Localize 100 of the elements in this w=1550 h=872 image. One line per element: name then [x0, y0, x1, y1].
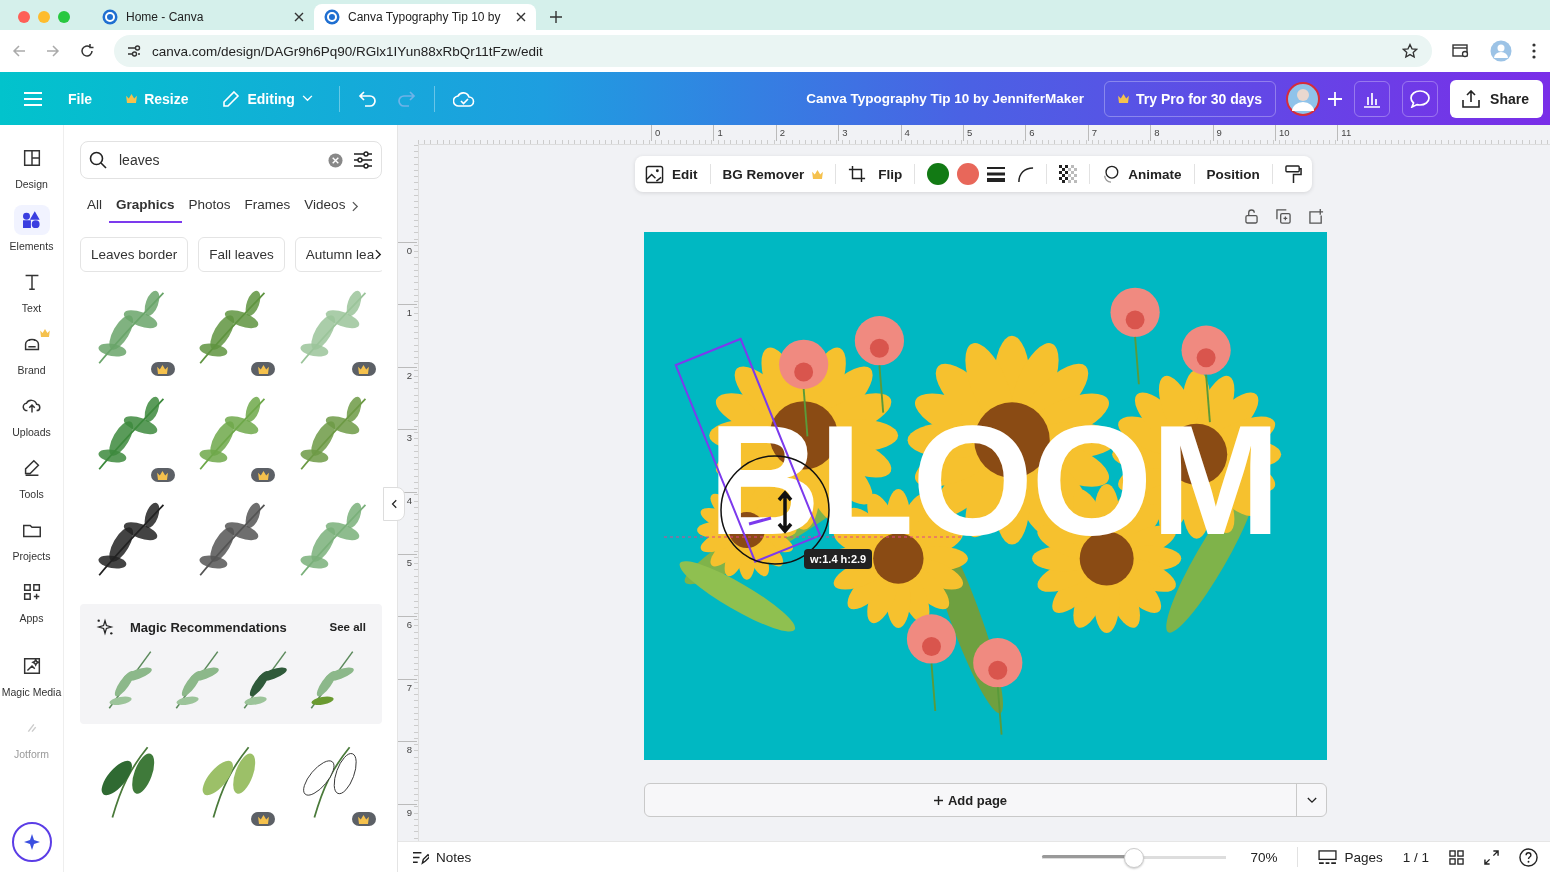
plus-icon [933, 795, 943, 805]
site-settings-icon[interactable] [126, 43, 142, 59]
more-options-icon[interactable] [1532, 43, 1536, 59]
color-swatch[interactable] [927, 163, 950, 185]
crown-icon [257, 364, 269, 374]
sidebar-item[interactable]: Design [0, 143, 64, 190]
chevron-left-icon [391, 499, 397, 509]
ruler-number: 8 [398, 741, 417, 804]
chevron-right-icon[interactable] [352, 200, 360, 212]
ruler-number: 8 [1150, 125, 1213, 141]
window-close-button[interactable] [18, 11, 30, 23]
share-button[interactable]: Share [1450, 79, 1543, 118]
ruler-number: 3 [838, 125, 901, 141]
browser-tab[interactable]: Canva Typography Tip 10 by [314, 4, 536, 30]
chevron-down-icon [1306, 796, 1317, 804]
ruler-number: 2 [398, 366, 417, 430]
zoom-percentage[interactable]: 70% [1250, 849, 1278, 865]
comment-icon [1410, 89, 1431, 108]
ruler-number: 10 [1274, 125, 1338, 141]
fullscreen-icon[interactable] [1484, 849, 1499, 865]
sidebar-item[interactable]: Apps [0, 577, 64, 624]
address-field[interactable]: canva.com/design/DAGr9h6Pq90/RGlx1IYun88xRbQr11tFzw/edit [114, 35, 1432, 67]
chevron-right-icon[interactable] [375, 249, 382, 260]
close-icon[interactable] [294, 12, 304, 22]
flip-button[interactable]: Flip [878, 166, 903, 182]
ruler-number: 6 [398, 616, 417, 679]
zoom-slider-thumb[interactable] [1124, 848, 1145, 868]
animate-icon [1102, 165, 1121, 183]
crown-icon [126, 94, 138, 103]
ruler-number: 1 [713, 125, 776, 141]
canva-logo-icon [324, 9, 340, 25]
transparency-icon[interactable] [1059, 165, 1078, 183]
ruler-number: 6 [1025, 125, 1088, 141]
pencil-icon [222, 89, 241, 108]
canva-logo-icon [102, 9, 118, 25]
ruler-number: 11 [1337, 125, 1400, 141]
design-title[interactable]: Canva Typography Tip 10 by JenniferMaker [806, 91, 1084, 106]
sidebar-item[interactable]: Elements [0, 205, 64, 252]
upload-icon [1462, 89, 1481, 108]
notes-icon [412, 849, 429, 865]
add-collaborator-icon[interactable] [1328, 91, 1343, 106]
notes-button[interactable]: Notes [412, 849, 472, 865]
paint-roller-icon[interactable] [1284, 164, 1302, 184]
crown-icon [157, 470, 169, 480]
pages-button[interactable]: Pages [1318, 849, 1383, 865]
ruler-number: 0 [398, 242, 417, 305]
crop-icon[interactable] [848, 165, 867, 183]
page-counter: 1 / 1 [1402, 849, 1429, 865]
crown-icon [257, 470, 269, 480]
help-icon[interactable] [1519, 847, 1538, 867]
cloud-saved-icon[interactable] [452, 90, 475, 107]
close-icon[interactable] [516, 12, 526, 22]
crown-icon [1118, 94, 1129, 103]
sidebar-item[interactable]: Uploads [0, 391, 64, 438]
grid-view-icon[interactable] [1449, 849, 1464, 865]
color-swatch[interactable] [957, 163, 980, 185]
sidebar-item[interactable]: Brand [0, 329, 64, 376]
suggestion-chip[interactable]: Leaves border [80, 237, 189, 272]
category-tab[interactable]: Frames [237, 189, 298, 223]
category-tab[interactable]: All [80, 189, 109, 223]
category-tab[interactable]: Graphics [109, 189, 182, 223]
corner-curve-icon[interactable] [1017, 165, 1035, 183]
magic-assistant-button[interactable] [11, 822, 52, 862]
clear-icon[interactable] [328, 152, 343, 168]
sidebar-item[interactable]: Projects [0, 515, 64, 562]
try-pro-button[interactable]: Try Pro for 30 days [1104, 80, 1277, 117]
insights-button[interactable] [1354, 80, 1391, 117]
user-avatar[interactable] [1286, 81, 1321, 116]
line-weight-icon[interactable] [987, 166, 1006, 182]
duplicate-page-icon[interactable] [1276, 209, 1291, 224]
see-all-link[interactable]: See all [329, 621, 366, 633]
sidebar-item[interactable]: Magic Media [0, 651, 64, 698]
add-page-icon[interactable] [1309, 209, 1324, 224]
sidebar-item[interactable]: Tools [0, 453, 64, 500]
animate-button[interactable]: Animate [1102, 165, 1182, 183]
sparkle-icon [96, 618, 114, 636]
bookmark-star-icon[interactable] [1402, 43, 1418, 59]
undo-icon[interactable] [357, 90, 378, 107]
sidebar-item[interactable]: Text [0, 267, 64, 314]
edit-image-button[interactable]: Edit [645, 164, 698, 184]
category-tab[interactable]: Photos [181, 189, 238, 223]
comments-button[interactable] [1402, 80, 1439, 117]
suggestion-chip[interactable]: Fall leaves [198, 237, 285, 272]
lock-icon[interactable] [1245, 209, 1258, 224]
ruler-number: 0 [651, 125, 714, 141]
crown-icon [358, 814, 370, 824]
ruler-number: 2 [775, 125, 839, 141]
category-tab[interactable]: Videos [297, 189, 353, 223]
position-button[interactable]: Position [1206, 166, 1260, 182]
browser-tab[interactable]: Home - Canva [92, 4, 314, 30]
ruler-number: 5 [398, 553, 417, 617]
search-field[interactable]: leaves [80, 141, 382, 179]
ruler-number: 3 [398, 429, 417, 492]
new-tab-icon[interactable] [550, 11, 562, 23]
filter-icon[interactable] [353, 151, 373, 169]
image-edit-icon [645, 164, 664, 184]
reload-icon[interactable] [80, 44, 94, 58]
crown-icon [257, 814, 269, 824]
tab-search-icon[interactable] [1452, 43, 1470, 59]
bg-remover-button[interactable]: BG Remover [722, 166, 824, 182]
